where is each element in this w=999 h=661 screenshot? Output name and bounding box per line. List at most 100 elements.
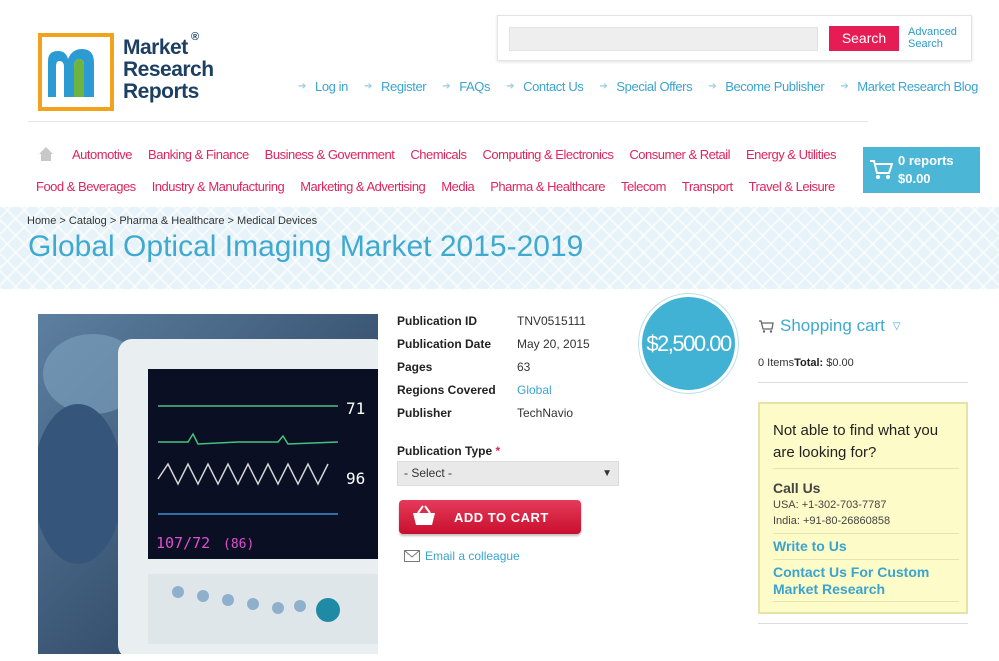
phone-india[interactable]: India: +91-80-26860858 [773,515,890,527]
info-row-publication-date: Publication Date May 20, 2015 [397,337,590,360]
caret-down-icon: ▼ [602,468,612,479]
info-label: Publication ID [397,314,478,328]
arrow-icon: ➔ [298,81,306,92]
registered-mark: ® [191,31,200,43]
special-offers-link[interactable]: ➔ Special Offers [599,79,692,94]
search-input[interactable] [509,27,818,51]
help-question: Not able to find what you are looking fo… [773,422,939,461]
link-label: Become Publisher [725,79,825,94]
phone-usa[interactable]: USA: +1-302-703-7787 [773,499,886,511]
logo-text: Market Research Reports [123,37,214,103]
help-divider [773,559,959,560]
help-divider [773,601,959,602]
monitor-bp-mean: (86) [223,537,254,552]
link-label: Market Research Blog [857,79,978,94]
advanced-search-line1: Advanced [908,26,957,38]
cart-items-count: 0 Items [758,357,795,369]
contact-us-link[interactable]: ➔ Contact Us [506,79,584,94]
sidebar-divider [758,623,968,624]
monitor-bp: 107/72 [156,534,210,552]
category-telecom[interactable]: Telecom [621,179,666,194]
category-energy-utilities[interactable]: Energy & Utilities [746,147,836,162]
shopping-cart-title: Shopping cart [780,316,885,335]
breadcrumb[interactable]: Home > Catalog > Pharma & Healthcare > M… [27,215,317,227]
logo-m-icon [48,49,94,97]
become-publisher-link[interactable]: ➔ Become Publisher [708,79,824,94]
product-info: Publication ID TNV0515111 Publication Da… [397,314,590,429]
cart-total-value: $0.00 [826,357,854,369]
logo[interactable]: Market Research Reports ® [38,31,218,113]
category-media[interactable]: Media [441,179,474,194]
register-link[interactable]: ➔ Register [364,79,427,94]
category-automotive[interactable]: Automotive [72,147,133,162]
logo-line2: Research [123,58,214,81]
category-row-2: Food & Beverages Industry & Manufacturin… [36,179,851,194]
info-label: Pages [397,360,433,374]
info-value: TechNavio [517,406,574,420]
link-label: Register [381,79,427,94]
info-value: May 20, 2015 [517,337,590,351]
page-title: Global Optical Imaging Market 2015-2019 [28,230,584,263]
link-label: Contact Us [523,79,584,94]
search-button[interactable]: Search [829,26,899,51]
home-icon[interactable] [38,146,54,162]
monitor-spo2: 96 [346,469,365,488]
header-cart-button[interactable]: 0 reports $0.00 [863,147,980,193]
link-label: Log in [314,79,349,94]
category-marketing-advertising[interactable]: Marketing & Advertising [300,179,426,194]
category-consumer-retail[interactable]: Consumer & Retail [629,147,730,162]
category-industry-manufacturing[interactable]: Industry & Manufacturing [152,179,285,194]
product-image: 71 96 107/72 (86) [38,314,378,654]
email-colleague-label: Email a colleague [425,549,520,563]
shopping-cart-summary: 0 ItemsTotal: $0.00 [758,357,854,369]
monitor-heart-rate: 71 [346,399,365,418]
publication-type-text: Publication Type [397,444,493,458]
help-divider [773,468,959,469]
info-label: Publication Date [397,337,492,351]
cart-total-label: Total: [794,357,824,369]
shopping-cart-icon [759,319,774,333]
link-label: FAQs [459,79,491,94]
add-to-cart-button[interactable]: ADD TO CART [399,500,581,534]
shopping-cart-toggle[interactable]: Shopping cart ▽ [758,316,901,336]
blog-link[interactable]: ➔ Market Research Blog [840,79,978,94]
login-link[interactable]: ➔ Log in [298,79,348,94]
publication-type-select[interactable]: - Select - ▼ [397,461,619,486]
advanced-search-line2: Search [908,38,943,50]
email-colleague-link[interactable]: Email a colleague [404,549,520,563]
required-marker: * [495,444,501,458]
logo-line1: Market [123,36,188,59]
write-to-us-link[interactable]: Write to Us [773,538,963,555]
top-links: ➔ Log in ➔ Register ➔ FAQs ➔ Contact Us ➔ Spe… [298,79,994,94]
category-computing-electronics[interactable]: Computing & Electronics [483,147,614,162]
help-divider [773,533,959,534]
info-row-publication-id: Publication ID TNV0515111 [397,314,590,337]
info-value: 63 [517,360,531,374]
category-pharma-healthcare[interactable]: Pharma & Healthcare [490,179,605,194]
category-travel-leisure[interactable]: Travel & Leisure [749,179,836,194]
info-label: Publisher [397,406,452,420]
region-link[interactable]: Global [517,383,552,406]
patient-monitor-image: 71 96 107/72 (86) [38,314,378,654]
advanced-search-link[interactable]: Advanced Search [908,26,957,50]
cart-count: 0 reports [898,153,954,168]
help-box: Not able to find what you are looking fo… [758,402,968,614]
info-value: TNV0515111 [517,314,586,328]
basket-icon [413,505,435,525]
sidebar-divider [758,382,968,383]
arrow-icon: ➔ [364,81,372,92]
arrow-icon: ➔ [442,81,451,92]
logo-line3: Reports [123,80,199,103]
custom-research-link[interactable]: Contact Us For Custom Market Research [773,564,963,598]
info-row-publisher: Publisher TechNavio [397,406,590,429]
info-row-pages: Pages 63 [397,360,590,383]
arrow-icon: ➔ [840,81,849,92]
link-label: Special Offers [616,79,693,94]
price-badge: $2,500.00 [639,294,738,393]
category-chemicals[interactable]: Chemicals [410,147,467,162]
category-banking-finance[interactable]: Banking & Finance [148,147,249,162]
category-food-beverages[interactable]: Food & Beverages [36,179,136,194]
category-business-government[interactable]: Business & Government [265,147,395,162]
faqs-link[interactable]: ➔ FAQs [442,79,490,94]
category-transport[interactable]: Transport [682,179,733,194]
